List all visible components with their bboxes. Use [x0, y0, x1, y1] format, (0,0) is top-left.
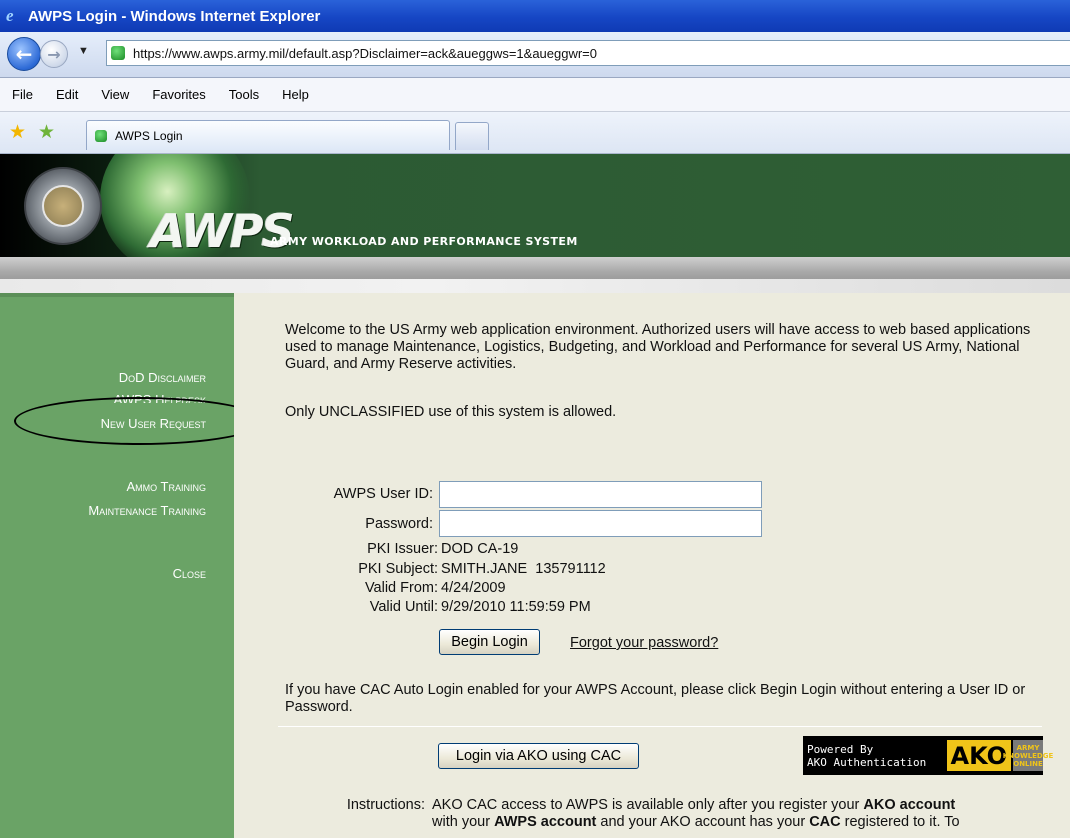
ako-badge-line1: Powered By	[807, 742, 874, 756]
add-favorites-icon[interactable]: ★	[38, 121, 55, 144]
sidebar-item-ammo-training[interactable]: Ammo Training	[127, 479, 207, 494]
site-security-icon	[111, 46, 125, 60]
favorites-bar: ★ ★ AWPS Login	[0, 112, 1070, 154]
menu-file[interactable]: File	[12, 87, 33, 102]
instructions-text-2: with your	[432, 814, 495, 830]
unclassified-notice: Only UNCLASSIFIED use of this system is …	[285, 404, 617, 420]
userid-label: AWPS User ID:	[333, 486, 433, 502]
section-divider	[278, 726, 1042, 727]
highlight-circle	[14, 397, 264, 445]
address-bar[interactable]: https://www.awps.army.mil/default.asp?Di…	[106, 40, 1070, 66]
menu-view[interactable]: View	[101, 87, 129, 102]
ako-badge-line2: AKO Authentication	[807, 755, 927, 769]
pki-issuer-label: PKI Issuer:	[367, 541, 438, 557]
menu-help[interactable]: Help	[282, 87, 309, 102]
valid-until-value: 9/29/2010 11:59:59 PM	[441, 599, 591, 615]
banner-divider	[0, 257, 1070, 293]
window-title: AWPS Login - Windows Internet Explorer	[28, 7, 321, 25]
address-url[interactable]: https://www.awps.army.mil/default.asp?Di…	[133, 46, 597, 61]
valid-until-label: Valid Until:	[369, 599, 438, 615]
ako-badge-text: Powered By AKO Authentication	[803, 743, 941, 769]
new-tab-button[interactable]	[455, 122, 489, 150]
instructions-text: AKO CAC access to AWPS is available only…	[432, 797, 1062, 831]
awps-subtitle: ARMY WORKLOAD AND PERFORMANCE SYSTEM	[270, 235, 578, 248]
instructions-ako-account: AKO account	[863, 797, 956, 813]
favorites-star-icon[interactable]: ★	[9, 121, 26, 144]
forgot-password-link[interactable]: Forgot your password?	[570, 635, 718, 651]
sidebar-item-close[interactable]: Close	[173, 566, 206, 581]
valid-from-value: 4/24/2009	[441, 580, 506, 596]
password-label: Password:	[365, 516, 433, 532]
pki-subject-value: SMITH.JANE 135791112	[441, 561, 606, 577]
pki-issuer-value: DOD CA-19	[441, 541, 519, 557]
back-arrow-icon[interactable]: ←	[7, 37, 41, 71]
sidebar-item-maintenance-training[interactable]: Maintenance Training	[88, 503, 206, 518]
cac-login-note: If you have CAC Auto Login enabled for y…	[285, 682, 1026, 715]
tab-awps-login[interactable]: AWPS Login	[86, 120, 450, 150]
navigation-bar: ← → ▼ https://www.awps.army.mil/default.…	[0, 32, 1070, 78]
pki-subject-label: PKI Subject:	[358, 561, 438, 577]
userid-input[interactable]	[439, 481, 762, 508]
awps-logo: AWPS	[150, 204, 295, 257]
valid-from-label: Valid From:	[364, 580, 438, 596]
forward-arrow-icon[interactable]: →	[40, 40, 68, 68]
instructions-label: Instructions:	[346, 797, 425, 813]
instructions-text-4: registered to it. To	[840, 814, 960, 830]
welcome-text: Welcome to the US Army web application e…	[285, 322, 1031, 372]
ako-logo: AKO	[946, 740, 1011, 771]
begin-login-button[interactable]: Begin Login	[439, 629, 540, 655]
menu-tools[interactable]: Tools	[229, 87, 259, 102]
instructions-text-1: AKO CAC access to AWPS is available only…	[432, 797, 864, 813]
instructions-awps-account: AWPS account	[494, 814, 597, 830]
window-titlebar: e AWPS Login - Windows Internet Explorer	[0, 0, 1070, 32]
internet-explorer-icon: e	[6, 6, 14, 25]
password-input[interactable]	[439, 510, 762, 537]
menu-bar: File Edit View Favorites Tools Help	[0, 78, 1070, 112]
history-dropdown-icon[interactable]: ▼	[78, 45, 89, 57]
instructions-text-3: and your AKO account has your	[596, 814, 810, 830]
awps-banner: AWPS ARMY WORKLOAD AND PERFORMANCE SYSTE…	[0, 154, 1070, 257]
sidebar: DoD Disclaimer AWPS Helpdesk New User Re…	[0, 293, 234, 838]
instructions-cac: CAC	[809, 814, 841, 830]
menu-favorites[interactable]: Favorites	[152, 87, 205, 102]
sidebar-item-dod-disclaimer[interactable]: DoD Disclaimer	[119, 370, 206, 385]
army-knowledge-online-logo: ARMY KNOWLEDGE ONLINE	[1003, 740, 1053, 771]
army-seal-icon	[24, 167, 102, 245]
ako-authentication-badge: Powered By AKO Authentication AKO ARMY K…	[803, 736, 1053, 775]
tab-site-icon	[95, 129, 107, 142]
menu-edit[interactable]: Edit	[56, 87, 78, 102]
tab-label: AWPS Login	[115, 128, 183, 143]
ako-cac-login-button[interactable]: Login via AKO using CAC	[438, 743, 639, 769]
